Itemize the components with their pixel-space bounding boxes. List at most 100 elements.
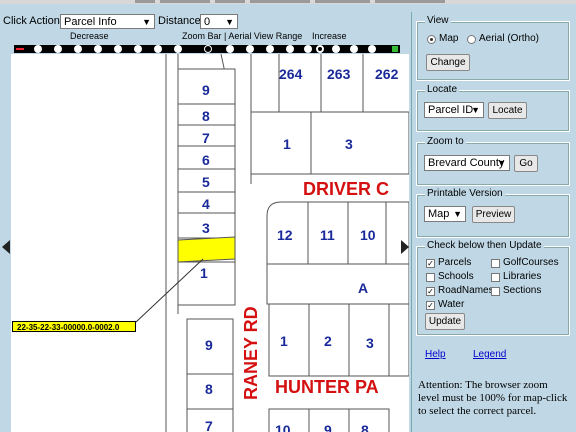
locate-select[interactable]: Parcel ID ▼: [424, 102, 484, 118]
zoom-to-select[interactable]: Brevard County ▼: [424, 155, 510, 171]
zoom-level-16[interactable]: [368, 45, 376, 53]
zoom-level-6[interactable]: [134, 45, 142, 53]
golfcourses-checkbox[interactable]: [491, 259, 500, 268]
browser-top-strip: [0, 0, 576, 4]
pan-east-icon[interactable]: [401, 240, 409, 254]
zoom-level-15[interactable]: [350, 45, 358, 53]
click-action-select[interactable]: Parcel Info ▼: [60, 14, 155, 29]
print-format-value: Map: [428, 208, 450, 220]
layer-label: Libraries: [503, 271, 542, 282]
chevron-down-icon: ▼: [142, 17, 151, 27]
control-panel: View Map Aerial (Ortho) Change Locate Pa…: [411, 12, 576, 432]
zoom-level-1[interactable]: [34, 45, 42, 53]
zoom-bar-labels: Decrease Zoom Bar | Aerial View Range In…: [0, 31, 410, 43]
parcel-label: 7: [202, 130, 210, 146]
zoom-level-9[interactable]: [226, 45, 234, 53]
distance-value: 0: [204, 16, 211, 28]
map-view[interactable]: 9 8 7 6 5 4 3 1 264 263 262 1 3 12 11 10…: [11, 54, 409, 432]
layer-label: RoadNames: [438, 285, 494, 296]
aerial-radio[interactable]: [467, 35, 476, 44]
parcel-label: 4: [202, 196, 210, 212]
map-radio[interactable]: [427, 35, 436, 44]
chevron-down-icon: ▼: [471, 105, 480, 115]
distance-label: Distance: [158, 15, 201, 27]
zoom-in-icon[interactable]: [392, 46, 398, 52]
parcel-label: 263: [327, 66, 351, 82]
printable-title: Printable Version: [425, 188, 505, 199]
click-action-label: Click Action:: [3, 15, 63, 27]
sections-checkbox[interactable]: [491, 287, 500, 296]
layers-title: Check below then Update: [425, 240, 544, 251]
zoom-level-11[interactable]: [266, 45, 274, 53]
zoom-level-13[interactable]: [304, 45, 312, 53]
parcel-label: 12: [277, 227, 293, 243]
parcel-label: 3: [202, 220, 210, 236]
zoom-level-5[interactable]: [114, 45, 122, 53]
parcel-label: 11: [320, 227, 335, 243]
zoom-to-select-value: Brevard County: [428, 157, 505, 169]
street-label-hunter: HUNTER PA: [275, 377, 379, 397]
zoom-level-10[interactable]: [246, 45, 254, 53]
zoom-level-14[interactable]: [332, 45, 340, 53]
zoom-level-7[interactable]: [154, 45, 162, 53]
preview-button[interactable]: Preview: [472, 206, 515, 223]
water-checkbox[interactable]: ✓: [426, 301, 435, 310]
locate-select-value: Parcel ID: [428, 104, 474, 116]
browser-zoom-note: Attention: The browser zoom level must b…: [418, 379, 568, 417]
go-button[interactable]: Go: [514, 155, 538, 172]
zoom-increase-label: Increase: [312, 31, 347, 41]
chevron-down-icon: ▼: [497, 158, 506, 168]
layer-label: Sections: [503, 285, 542, 296]
parcel-label: 6: [202, 152, 210, 168]
click-action-value: Parcel Info: [64, 16, 117, 28]
locate-button[interactable]: Locate: [488, 102, 527, 119]
zoom-decrease-label: Decrease: [70, 31, 109, 41]
zoom-level-8[interactable]: [174, 45, 182, 53]
update-button[interactable]: Update: [425, 313, 465, 330]
parcel-label: 10: [360, 227, 376, 243]
locate-fieldset: Locate Parcel ID ▼ Locate: [416, 84, 570, 132]
parcel-label: 264: [279, 66, 303, 82]
parcel-label: 8: [205, 381, 213, 397]
zoom-current-level[interactable]: [316, 45, 324, 53]
zoom-level-4[interactable]: [94, 45, 102, 53]
aerial-radio-label: Aerial (Ortho): [479, 33, 540, 44]
help-link[interactable]: Help: [425, 349, 446, 360]
chevron-down-icon: ▼: [225, 17, 234, 27]
parcels-checkbox[interactable]: ✓: [426, 259, 435, 268]
legend-link[interactable]: Legend: [473, 349, 506, 360]
zoom-out-icon[interactable]: [16, 48, 24, 50]
map-canvas[interactable]: 9 8 7 6 5 4 3 1 264 263 262 1 3 12 11 10…: [11, 54, 409, 432]
print-format-select[interactable]: Map ▼: [424, 206, 466, 222]
layer-label: Water: [438, 299, 465, 310]
parcel-label: 5: [202, 174, 210, 190]
chevron-down-icon: ▼: [453, 209, 462, 219]
change-button[interactable]: Change: [426, 54, 470, 71]
map-radio-label: Map: [439, 33, 459, 44]
parcel-label: 7: [205, 418, 213, 432]
parcel-label: 1: [280, 333, 288, 349]
parcel-label: 10: [275, 422, 291, 432]
zoom-level-12[interactable]: [286, 45, 294, 53]
view-fieldset: View Map Aerial (Ortho) Change: [416, 15, 570, 81]
zoom-to-fieldset: Zoom to Brevard County ▼ Go: [416, 136, 570, 186]
block-label: A: [358, 280, 368, 296]
layer-label: Schools: [438, 271, 474, 282]
layers-fieldset: Check below then Update ✓ Parcels GolfCo…: [416, 240, 570, 336]
parcel-label: 3: [345, 136, 353, 152]
layer-label: GolfCourses: [503, 257, 559, 268]
parcel-label: 9: [202, 82, 210, 98]
zoom-bar[interactable]: [14, 45, 400, 53]
distance-select[interactable]: 0 ▼: [200, 14, 238, 29]
parcel-label: 2: [324, 333, 332, 349]
schools-checkbox[interactable]: [426, 273, 435, 282]
zoom-bar-title: Zoom Bar | Aerial View Range: [182, 31, 303, 41]
pan-west-icon[interactable]: [2, 240, 10, 254]
parcel-label: 9: [205, 337, 213, 353]
zoom-level-2[interactable]: [54, 45, 62, 53]
locate-title: Locate: [425, 84, 460, 95]
zoom-level-3[interactable]: [74, 45, 82, 53]
selected-parcel-tag: 22-35-22-33-00000.0-0002.0: [12, 321, 136, 332]
libraries-checkbox[interactable]: [491, 273, 500, 282]
roadnames-checkbox[interactable]: ✓: [426, 287, 435, 296]
